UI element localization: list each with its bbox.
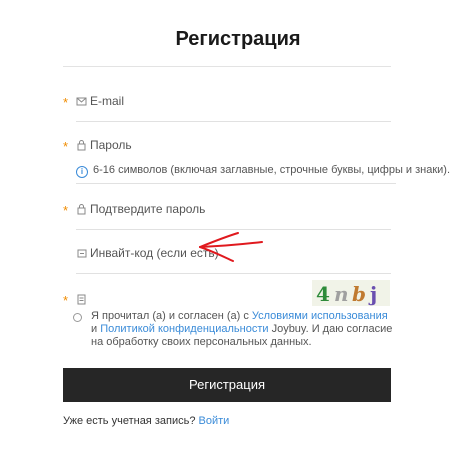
page-title: Регистрация [175, 28, 301, 50]
terms-link[interactable]: Условиями использования [252, 310, 388, 322]
required-mark: * [63, 139, 69, 154]
captcha-char: n [334, 282, 349, 306]
password-label: Пароль [90, 138, 132, 152]
captcha-image[interactable]: 4 n b j [312, 280, 390, 306]
confirm-password-field[interactable]: * Подтвердите пароль [63, 190, 391, 230]
captcha-icon [76, 292, 88, 306]
required-mark: * [63, 203, 69, 218]
mail-icon [76, 94, 88, 108]
lock-icon [76, 138, 88, 152]
email-field[interactable]: * E-mail [63, 82, 391, 122]
lock-icon [76, 202, 88, 216]
password-hint-text: 6-16 символов (включая заглавные, строчн… [93, 164, 451, 176]
captcha-char: 4 [316, 282, 330, 306]
required-mark: * [63, 95, 69, 110]
login-link[interactable]: Войти [199, 415, 230, 427]
captcha-char: j [370, 282, 378, 306]
register-button[interactable]: Регистрация [63, 368, 391, 402]
invite-code-field[interactable]: Инвайт-код (если есть) [63, 234, 391, 274]
login-prompt: Уже есть учетная запись? [63, 415, 199, 427]
info-icon: i [76, 166, 88, 178]
invite-code-label: Инвайт-код (если есть) [90, 246, 219, 260]
agreement: Я прочитал (а) и согласен (а) с Условиям… [73, 310, 393, 349]
email-label: E-mail [90, 94, 125, 108]
login-row: Уже есть учетная запись? Войти [63, 415, 229, 427]
ticket-icon [76, 246, 88, 260]
title-divider [63, 66, 391, 67]
confirm-underline [76, 229, 391, 230]
agreement-middle: и [91, 323, 101, 335]
password-underline [76, 183, 396, 184]
captcha-char: b [352, 282, 366, 306]
email-underline [76, 121, 391, 122]
agreement-checkbox[interactable] [73, 313, 82, 322]
password-hint: i 6-16 символов (включая заглавные, стро… [76, 158, 450, 184]
confirm-password-label: Подтвердите пароль [90, 202, 206, 216]
privacy-link[interactable]: Политикой конфиденциальности [100, 323, 268, 335]
invite-underline [76, 273, 391, 274]
required-mark: * [63, 293, 69, 308]
agreement-prefix: Я прочитал (а) и согласен (а) с [91, 310, 252, 322]
agreement-text: Я прочитал (а) и согласен (а) с Условиям… [91, 310, 393, 349]
